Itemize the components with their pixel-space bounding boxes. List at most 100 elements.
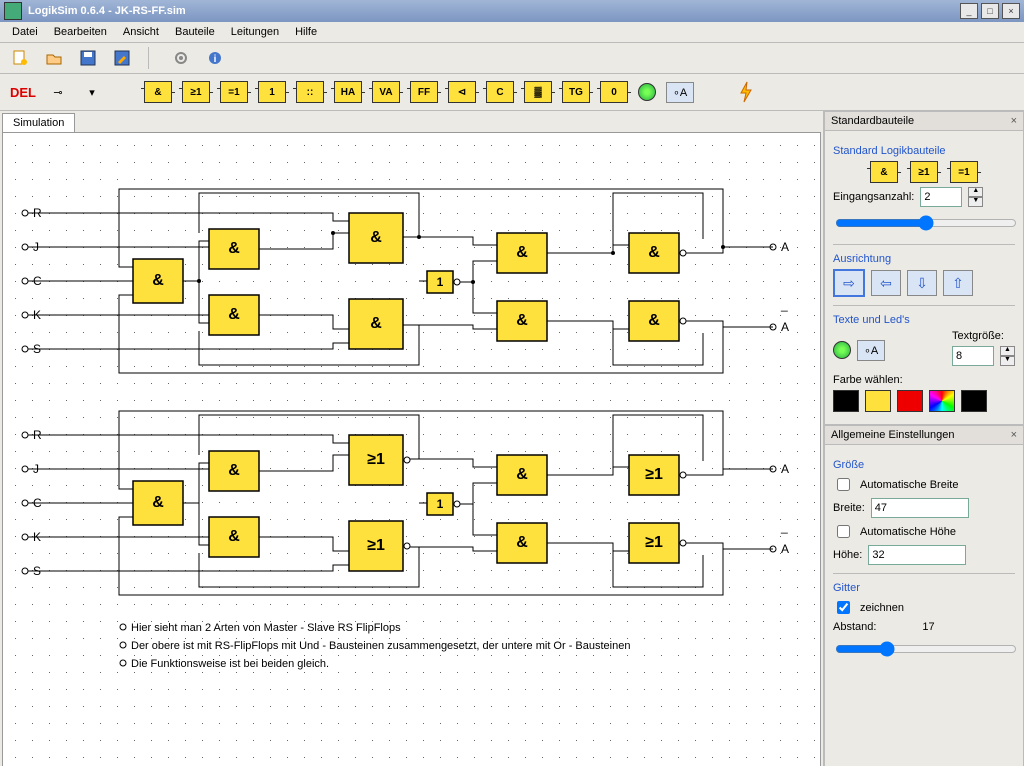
- svg-text:Der obere ist mit RS-FlipFlops: Der obere ist mit RS-FlipFlops mit Und -…: [131, 640, 630, 652]
- inputs-field[interactable]: [920, 187, 962, 207]
- svg-text:A: A: [781, 542, 789, 556]
- chip-and[interactable]: &: [144, 81, 172, 103]
- chip-display[interactable]: ▓: [524, 81, 552, 103]
- sidebar: Standardbauteile × Standard Logikbauteil…: [823, 111, 1024, 766]
- schematic-canvas[interactable]: R J C K S & & & & & 1: [2, 132, 821, 766]
- chip-ha[interactable]: HA: [334, 81, 362, 103]
- color-current[interactable]: [961, 390, 987, 412]
- svg-text:&: &: [228, 528, 240, 545]
- inputs-down[interactable]: ▼: [968, 197, 983, 207]
- height-field[interactable]: [868, 545, 966, 565]
- delete-button[interactable]: DEL: [10, 85, 36, 100]
- gear-icon[interactable]: [169, 46, 193, 70]
- text-tool[interactable]: ∘A: [666, 82, 694, 103]
- wire-tool[interactable]: ▾: [80, 80, 104, 104]
- lightning-icon[interactable]: [734, 80, 758, 104]
- chip-or[interactable]: ≥1: [182, 81, 210, 103]
- inputs-label: Eingangsanzahl:: [833, 191, 914, 203]
- svg-text:1: 1: [437, 497, 444, 511]
- svg-text:&: &: [228, 306, 240, 323]
- svg-text:Hier sieht man 2 Arten von Mas: Hier sieht man 2 Arten von Master - Slav…: [131, 622, 401, 634]
- color-black[interactable]: [833, 390, 859, 412]
- chip-va[interactable]: VA: [372, 81, 400, 103]
- section-groesse: Größe: [833, 459, 1015, 471]
- auto-width-checkbox[interactable]: [837, 478, 850, 491]
- close-button[interactable]: ×: [1002, 3, 1020, 19]
- toolbar-file: i: [0, 43, 1024, 74]
- menubar: Datei Bearbeiten Ansicht Bauteile Leitun…: [0, 22, 1024, 43]
- minimize-button[interactable]: _: [960, 3, 978, 19]
- save-button[interactable]: [76, 46, 100, 70]
- svg-text:&: &: [516, 312, 528, 329]
- menu-leitungen[interactable]: Leitungen: [223, 24, 287, 40]
- chip-xor[interactable]: =1: [220, 81, 248, 103]
- probe-tool[interactable]: ⊸: [46, 80, 70, 104]
- svg-text:&: &: [516, 534, 528, 551]
- section-logikbauteile: Standard Logikbauteile: [833, 145, 1015, 157]
- side-chip-and[interactable]: &: [870, 161, 898, 183]
- led-tool[interactable]: [833, 341, 851, 359]
- led-icon[interactable]: [638, 83, 656, 101]
- text-tool-side[interactable]: ∘A: [857, 340, 885, 361]
- menu-bearbeiten[interactable]: Bearbeiten: [46, 24, 115, 40]
- open-button[interactable]: [42, 46, 66, 70]
- svg-text:A: A: [781, 320, 789, 334]
- maximize-button[interactable]: □: [981, 3, 999, 19]
- svg-text:1: 1: [437, 275, 444, 289]
- svg-text:A: A: [781, 240, 789, 254]
- svg-text:&: &: [516, 466, 528, 483]
- auto-height-checkbox[interactable]: [837, 525, 850, 538]
- chip-ff[interactable]: FF: [410, 81, 438, 103]
- svg-text:&: &: [370, 229, 382, 246]
- section-gitter: Gitter: [833, 582, 1015, 594]
- dir-up-button[interactable]: ⇧: [943, 270, 973, 296]
- svg-text:≥1: ≥1: [367, 537, 385, 554]
- edit-button[interactable]: [110, 46, 134, 70]
- chip-not[interactable]: 1: [258, 81, 286, 103]
- side-chip-or[interactable]: ≥1: [910, 161, 938, 183]
- chip-tg[interactable]: TG: [562, 81, 590, 103]
- chip-dec[interactable]: ⊲: [448, 81, 476, 103]
- panel-general-head: Allgemeine Einstellungen ×: [824, 425, 1024, 445]
- inputs-up[interactable]: ▲: [968, 187, 983, 197]
- close-panel2-icon[interactable]: ×: [1011, 429, 1017, 441]
- dir-left-button[interactable]: ⇦: [871, 270, 901, 296]
- svg-text:≥1: ≥1: [645, 534, 663, 551]
- svg-text:≥1: ≥1: [367, 451, 385, 468]
- svg-text:≥1: ≥1: [645, 466, 663, 483]
- grid-draw-checkbox[interactable]: [837, 601, 850, 614]
- dir-right-button[interactable]: ⇨: [833, 269, 865, 297]
- chip-c[interactable]: C: [486, 81, 514, 103]
- section-ausrichtung: Ausrichtung: [833, 253, 1015, 265]
- grid-dist-value: 17: [922, 621, 934, 633]
- chip-const[interactable]: 0: [600, 81, 628, 103]
- svg-text:_: _: [780, 520, 788, 534]
- menu-ansicht[interactable]: Ansicht: [115, 24, 167, 40]
- menu-hilfe[interactable]: Hilfe: [287, 24, 325, 40]
- tab-simulation[interactable]: Simulation: [2, 113, 75, 132]
- chip-misc[interactable]: ::: [296, 81, 324, 103]
- svg-text:Die Funktionsweise ist bei bei: Die Funktionsweise ist bei beiden gleich…: [131, 658, 329, 670]
- menu-datei[interactable]: Datei: [4, 24, 46, 40]
- textsize-field[interactable]: [952, 346, 994, 366]
- dir-down-button[interactable]: ⇩: [907, 270, 937, 296]
- svg-text:&: &: [152, 272, 164, 289]
- color-red[interactable]: [897, 390, 923, 412]
- window-title: LogikSim 0.6.4 - JK-RS-FF.sim: [28, 5, 957, 17]
- new-button[interactable]: [8, 46, 32, 70]
- svg-text:&: &: [648, 244, 660, 261]
- svg-text:i: i: [214, 54, 217, 65]
- grid-slider[interactable]: [835, 639, 1017, 659]
- color-palette-icon[interactable]: [929, 390, 955, 412]
- menu-bauteile[interactable]: Bauteile: [167, 24, 223, 40]
- svg-text:&: &: [370, 315, 382, 332]
- svg-text:&: &: [648, 312, 660, 329]
- color-yellow[interactable]: [865, 390, 891, 412]
- inputs-slider[interactable]: [835, 213, 1017, 233]
- panel-standard-head: Standardbauteile ×: [824, 111, 1024, 131]
- width-field[interactable]: [871, 498, 969, 518]
- close-panel-icon[interactable]: ×: [1011, 115, 1017, 127]
- toolbar-components: DEL ⊸ ▾ & ≥1 =1 1 :: HA VA FF ⊲ C ▓ TG 0…: [0, 74, 1024, 111]
- side-chip-xor[interactable]: =1: [950, 161, 978, 183]
- info-icon[interactable]: i: [203, 46, 227, 70]
